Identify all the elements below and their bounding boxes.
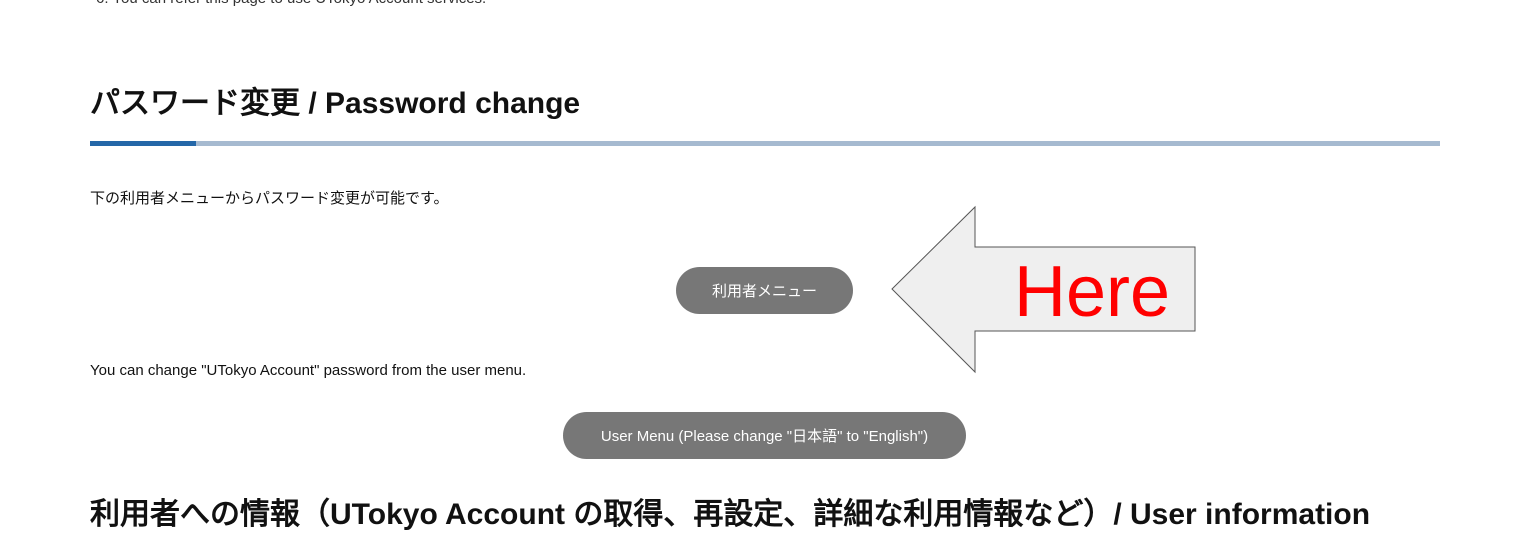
- password-change-instruction-ja: 下の利用者メニューからパスワード変更が可能です。: [90, 190, 449, 207]
- title-rule-accent: [90, 141, 196, 146]
- password-change-instruction-en: You can change "UTokyo Account" password…: [90, 362, 527, 379]
- user-menu-button-ja[interactable]: 利用者メニュー: [676, 267, 853, 314]
- user-menu-button-en[interactable]: User Menu (Please change "日本語" to "Engli…: [563, 412, 966, 459]
- top-note: 6. You can refer this page to use UTokyo…: [96, 0, 486, 9]
- callout-here-text: Here: [1014, 252, 1171, 332]
- section-title-user-information: 利用者への情報（UTokyo Account の取得、再設定、詳細な利用情報など…: [90, 498, 1371, 531]
- section-title-password-change: パスワード変更 / Password change: [90, 87, 581, 120]
- page: 6. You can refer this page to use UTokyo…: [0, 0, 1527, 543]
- title-rule: [90, 141, 1440, 146]
